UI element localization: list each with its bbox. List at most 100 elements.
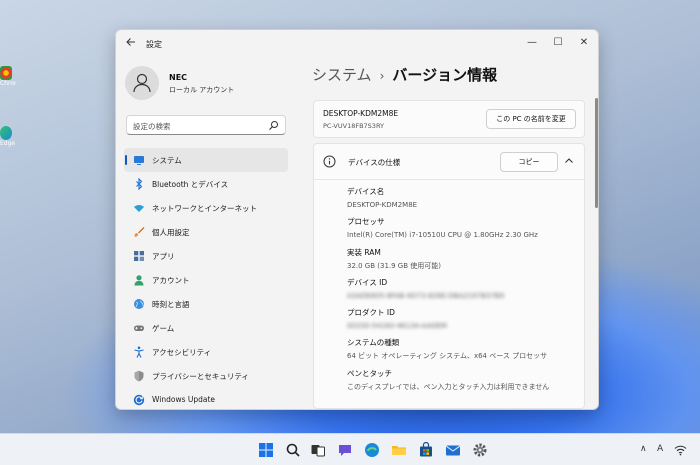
spec-row-ram: 実装 RAM 32.0 GB (31.9 GB 使用可能) (347, 247, 583, 277)
settings-gear-icon[interactable] (472, 442, 488, 458)
back-button[interactable] (124, 37, 138, 51)
spec-key: デバイス名 (347, 187, 385, 196)
minimize-button[interactable]: — (520, 35, 544, 51)
ime-indicator[interactable]: A (657, 444, 663, 454)
sidebar-item-label: 個人用設定 (152, 228, 190, 237)
spec-value-redacted: A3ADE605-8FAB-4D73-826E-DBA2197B37B9 (347, 291, 505, 300)
wifi-icon (134, 205, 144, 212)
sidebar-item-personalization[interactable]: 個人用設定 (124, 220, 288, 244)
sidebar-item-label: ネットワークとインターネット (152, 204, 257, 213)
spec-key: プロセッサ (347, 217, 385, 227)
sidebar-item-accessibility[interactable]: アクセシビリティ (124, 340, 288, 364)
spec-value: このディスプレイでは、ペン入力とタッチ入力は利用できません (347, 382, 550, 391)
desktop-icon-label: Chrome (0, 80, 16, 87)
spec-row-device-id: デバイス ID A3ADE605-8FAB-4D73-826E-DBA2197B… (347, 277, 583, 307)
copy-button[interactable]: コピー (500, 152, 558, 172)
store-icon[interactable] (418, 442, 434, 458)
desktop-icon-chrome[interactable]: Chrome (0, 66, 16, 87)
globe-icon (134, 299, 144, 309)
taskbar: ∧ A (0, 433, 700, 465)
spec-row-product-id: プロダクト ID 00330-54160-46134-AAOEM (347, 307, 583, 337)
breadcrumb: システム › バージョン情報 (312, 64, 497, 85)
spec-key: プロダクト ID (347, 308, 395, 318)
sidebar-item-apps[interactable]: アプリ (124, 244, 288, 268)
spec-value: 64 ビット オペレーティング システム、x64 ベース プロセッサ (347, 352, 548, 361)
search-input[interactable]: 設定の検索 (126, 115, 286, 135)
edge-browser-icon[interactable] (364, 442, 380, 458)
chat-icon[interactable] (337, 442, 353, 458)
desktop-icon-edge[interactable]: Edge (0, 126, 16, 147)
rename-pc-button[interactable]: この PC の名前を変更 (486, 109, 576, 129)
spec-value: 32.0 GB (31.9 GB 使用可能) (347, 261, 441, 270)
task-view-icon[interactable] (310, 442, 326, 458)
tray-chevron[interactable]: ∧ (640, 444, 647, 454)
account-type: ローカル アカウント (169, 86, 235, 94)
close-button[interactable]: ✕ (572, 35, 596, 51)
sidebar-item-label: アプリ (152, 252, 175, 261)
settings-window: 設定 — ☐ ✕ NEC ローカル アカウント 設定の検索 システム Bluet… (115, 29, 599, 410)
device-specs-title: デバイスの仕様 (348, 158, 401, 167)
spec-list: デバイス名 DESKTOP-KDM2M8E プロセッサ Intel(R) Cor… (347, 186, 583, 398)
breadcrumb-parent[interactable]: システム (312, 66, 372, 84)
sidebar-item-windows-update[interactable]: Windows Update (124, 388, 288, 409)
arrow-left-icon (126, 38, 135, 46)
maximize-button[interactable]: ☐ (546, 35, 570, 51)
device-specs-card: デバイスの仕様 コピー デバイス名 DESKTOP-KDM2M8E プロセッサ … (313, 143, 585, 409)
apps-icon (134, 251, 144, 261)
search-placeholder: 設定の検索 (133, 122, 171, 131)
info-icon (323, 155, 336, 168)
sidebar-item-accounts[interactable]: アカウント (124, 268, 288, 292)
scrollbar[interactable] (595, 98, 598, 208)
mail-icon[interactable] (445, 442, 461, 458)
device-specs-header[interactable]: デバイスの仕様 コピー (314, 144, 584, 180)
sidebar-item-label: アカウント (152, 276, 190, 285)
brush-icon (134, 227, 145, 237)
user-icon (133, 73, 151, 93)
system-icon (134, 156, 144, 165)
spec-row-device-name: デバイス名 DESKTOP-KDM2M8E (347, 186, 583, 216)
sidebar-item-label: ゲーム (152, 324, 175, 333)
spec-key: 実装 RAM (347, 247, 381, 257)
sidebar-item-label: Bluetooth とデバイス (152, 180, 229, 189)
spec-value-redacted: 00330-54160-46134-AAOEM (347, 322, 447, 331)
chevron-up-icon[interactable] (564, 156, 574, 166)
avatar (125, 66, 159, 100)
search-icon (269, 121, 278, 130)
wifi-tray-icon[interactable] (674, 444, 687, 456)
spec-key: デバイス ID (347, 277, 388, 287)
spec-row-processor: プロセッサ Intel(R) Core(TM) i7-10510U CPU @ … (347, 216, 583, 246)
update-icon (133, 394, 145, 406)
account-icon (134, 275, 144, 286)
chrome-icon (0, 66, 12, 80)
sidebar-item-time-language[interactable]: 時刻と言語 (124, 292, 288, 316)
sidebar-item-bluetooth[interactable]: Bluetooth とデバイス (124, 172, 288, 196)
user-profile[interactable]: NEC ローカル アカウント (125, 66, 295, 102)
start-icon[interactable] (258, 442, 274, 458)
spec-row-system-type: システムの種類 64 ビット オペレーティング システム、x64 ベース プロセ… (347, 337, 583, 367)
spec-key: システムの種類 (347, 338, 400, 348)
spec-row-pen-touch: ペンとタッチ このディスプレイでは、ペン入力とタッチ入力は利用できません (347, 368, 583, 398)
spec-key: ペンとタッチ (347, 368, 392, 378)
edge-icon (0, 126, 12, 140)
sidebar-item-privacy[interactable]: プライバシーとセキュリティ (124, 364, 288, 388)
sidebar-item-label: Windows Update (152, 395, 216, 404)
sidebar-item-network[interactable]: ネットワークとインターネット (124, 196, 288, 220)
search-icon[interactable] (285, 442, 301, 458)
sidebar-nav: システム Bluetooth とデバイス ネットワークとインターネット 個人用設… (124, 148, 288, 409)
spec-value: DESKTOP-KDM2M8E (347, 201, 418, 209)
app-title: 設定 (146, 40, 162, 49)
user-name: NEC (169, 73, 188, 82)
gamepad-icon (134, 325, 144, 331)
file-explorer-icon[interactable] (391, 442, 407, 458)
desktop-icon-label: Edge (0, 140, 16, 147)
bluetooth-icon (136, 178, 143, 190)
sidebar-item-gaming[interactable]: ゲーム (124, 316, 288, 340)
pc-name: DESKTOP-KDM2M8E (323, 109, 399, 118)
pc-model: PC-VUV18FB7S3RY (323, 122, 385, 130)
sidebar-item-label: システム (152, 156, 182, 165)
title-bar: 設定 — ☐ ✕ (116, 30, 598, 58)
sidebar-item-label: アクセシビリティ (152, 348, 212, 357)
pc-name-card: DESKTOP-KDM2M8E PC-VUV18FB7S3RY この PC の名… (313, 100, 585, 138)
sidebar-item-system[interactable]: システム (124, 148, 288, 172)
sidebar-item-label: 時刻と言語 (152, 300, 190, 309)
